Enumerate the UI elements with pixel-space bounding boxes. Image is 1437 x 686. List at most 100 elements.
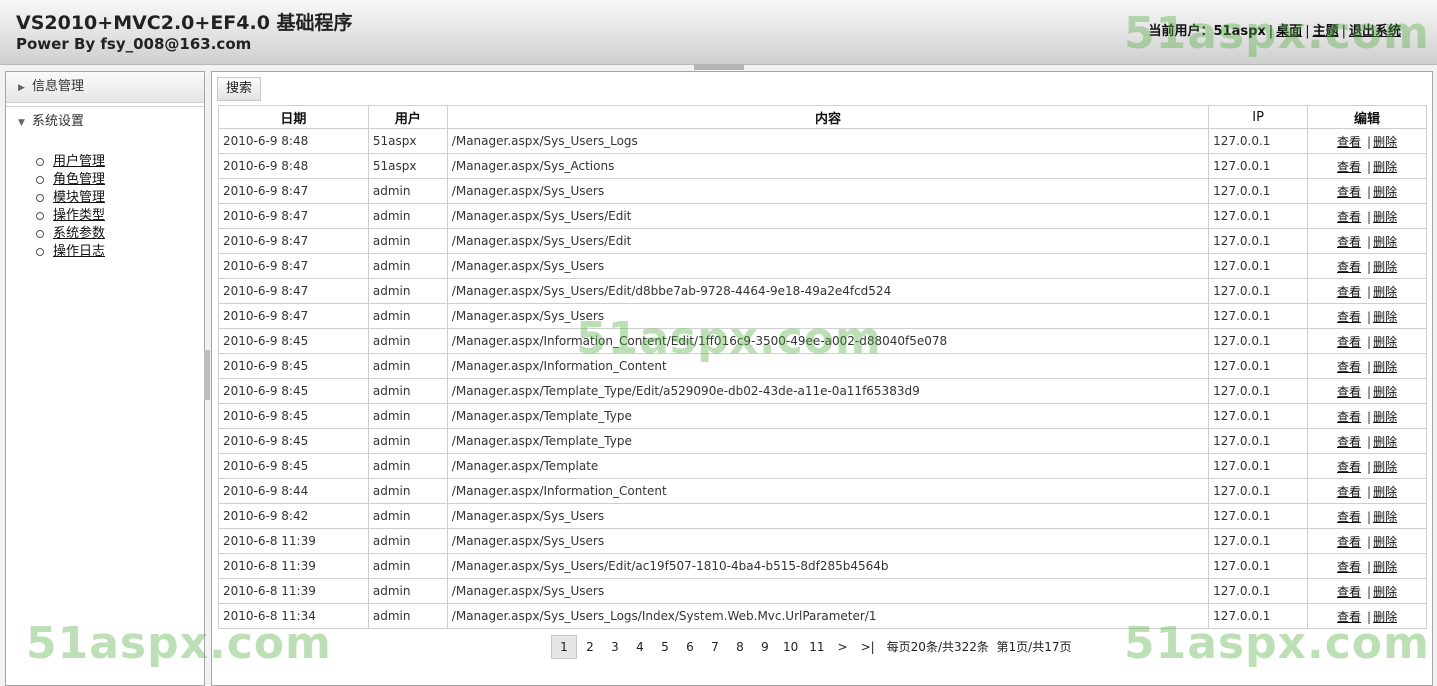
page-link-2[interactable]: 2: [578, 636, 602, 658]
view-link[interactable]: 查看: [1337, 160, 1361, 174]
page-link-8[interactable]: 8: [728, 636, 752, 658]
theme-link[interactable]: 主题: [1313, 24, 1339, 39]
delete-link[interactable]: 删除: [1373, 360, 1397, 374]
delete-link[interactable]: 删除: [1373, 235, 1397, 249]
table-row: 2010-6-8 11:39 admin/Manager.aspx/Sys_Use…: [218, 553, 1427, 579]
view-link[interactable]: 查看: [1337, 510, 1361, 524]
cell-content: /Manager.aspx/Sys_Users/Edit/ac19f507-18…: [446, 553, 1210, 579]
delete-link[interactable]: 删除: [1373, 585, 1397, 599]
page-link-7[interactable]: 7: [703, 636, 727, 658]
page-link-1[interactable]: 1: [551, 635, 577, 659]
logout-link[interactable]: 退出系统: [1349, 24, 1401, 39]
view-link[interactable]: 查看: [1337, 385, 1361, 399]
column-header-content[interactable]: 内容: [446, 105, 1210, 129]
view-link[interactable]: 查看: [1337, 210, 1361, 224]
page-last[interactable]: >|: [856, 636, 880, 658]
link-separator: |: [1367, 559, 1372, 574]
cell-edit: 查看 | 删除: [1307, 403, 1427, 429]
cell-content: /Manager.aspx/Sys_Users: [446, 578, 1210, 604]
table-row: 2010-6-9 8:45 admin/Manager.aspx/Template…: [218, 453, 1427, 479]
cell-ip: 127.0.0.1: [1208, 528, 1309, 554]
cell-user: admin: [367, 278, 448, 304]
page-link-10[interactable]: 10: [778, 636, 803, 658]
delete-link[interactable]: 删除: [1373, 185, 1397, 199]
column-header-user[interactable]: 用户: [367, 105, 448, 129]
view-link[interactable]: 查看: [1337, 435, 1361, 449]
view-link[interactable]: 查看: [1337, 610, 1361, 624]
delete-link[interactable]: 删除: [1373, 485, 1397, 499]
menu-link-role-management[interactable]: 角色管理: [53, 172, 105, 187]
delete-link[interactable]: 删除: [1373, 135, 1397, 149]
cell-content: /Manager.aspx/Sys_Users_Logs/Index/Syste…: [446, 603, 1210, 629]
sidebar-collapse-handle[interactable]: [204, 350, 210, 400]
view-link[interactable]: 查看: [1337, 335, 1361, 349]
cell-content: /Manager.aspx/Sys_Users: [446, 303, 1210, 329]
delete-link[interactable]: 删除: [1373, 385, 1397, 399]
delete-link[interactable]: 删除: [1373, 510, 1397, 524]
cell-edit: 查看 | 删除: [1307, 303, 1427, 329]
delete-link[interactable]: 删除: [1373, 535, 1397, 549]
cell-edit: 查看 | 删除: [1307, 228, 1427, 254]
cell-content: /Manager.aspx/Sys_Users: [446, 253, 1210, 279]
delete-link[interactable]: 删除: [1373, 210, 1397, 224]
delete-link[interactable]: 删除: [1373, 260, 1397, 274]
page-link-5[interactable]: 5: [653, 636, 677, 658]
view-link[interactable]: 查看: [1337, 235, 1361, 249]
delete-link[interactable]: 删除: [1373, 410, 1397, 424]
cell-user: admin: [367, 178, 448, 204]
page-link-9[interactable]: 9: [753, 636, 777, 658]
cell-user: admin: [367, 378, 448, 404]
view-link[interactable]: 查看: [1337, 410, 1361, 424]
desktop-link[interactable]: 桌面: [1276, 24, 1302, 39]
menu-link-operation-log[interactable]: 操作日志: [53, 244, 105, 259]
view-link[interactable]: 查看: [1337, 310, 1361, 324]
menu-item-operation-log: 操作日志: [36, 243, 204, 261]
page-link-3[interactable]: 3: [603, 636, 627, 658]
search-button[interactable]: 搜索: [217, 77, 262, 101]
page-link-6[interactable]: 6: [678, 636, 702, 658]
link-separator: |: [1367, 259, 1372, 274]
cell-edit: 查看 | 删除: [1307, 378, 1427, 404]
delete-link[interactable]: 删除: [1373, 285, 1397, 299]
panel-info-management[interactable]: ▶ 信息管理: [6, 72, 204, 103]
view-link[interactable]: 查看: [1337, 260, 1361, 274]
menu-link-action-types[interactable]: 操作类型: [53, 208, 105, 223]
cell-content: /Manager.aspx/Information_Content: [446, 353, 1210, 379]
table-row: 2010-6-9 8:45 admin/Manager.aspx/Template…: [218, 403, 1427, 429]
header-collapse-handle[interactable]: [694, 64, 744, 70]
page-link-11[interactable]: 11: [804, 636, 829, 658]
cell-date: 2010-6-9 8:47: [218, 278, 369, 304]
delete-link[interactable]: 删除: [1373, 335, 1397, 349]
delete-link[interactable]: 删除: [1373, 310, 1397, 324]
column-header-date[interactable]: 日期: [218, 105, 369, 129]
cell-date: 2010-6-9 8:47: [218, 178, 369, 204]
column-header-ip[interactable]: IP: [1208, 105, 1309, 129]
column-header-edit: 编辑: [1307, 105, 1427, 129]
delete-link[interactable]: 删除: [1373, 460, 1397, 474]
table-header-row: 日期 用户 内容 IP 编辑: [218, 105, 1427, 129]
cell-content: /Manager.aspx/Sys_Users: [446, 503, 1210, 529]
delete-link[interactable]: 删除: [1373, 160, 1397, 174]
view-link[interactable]: 查看: [1337, 360, 1361, 374]
panel-system-settings[interactable]: ▼ 系统设置: [6, 106, 204, 137]
view-link[interactable]: 查看: [1337, 585, 1361, 599]
cell-user: admin: [367, 328, 448, 354]
cell-edit: 查看 | 删除: [1307, 328, 1427, 354]
delete-link[interactable]: 删除: [1373, 610, 1397, 624]
delete-link[interactable]: 删除: [1373, 435, 1397, 449]
link-separator: |: [1367, 359, 1372, 374]
view-link[interactable]: 查看: [1337, 135, 1361, 149]
delete-link[interactable]: 删除: [1373, 560, 1397, 574]
menu-link-user-management[interactable]: 用户管理: [53, 154, 105, 169]
cell-edit: 查看 | 删除: [1307, 553, 1427, 579]
view-link[interactable]: 查看: [1337, 285, 1361, 299]
menu-link-system-params[interactable]: 系统参数: [53, 226, 105, 241]
view-link[interactable]: 查看: [1337, 485, 1361, 499]
view-link[interactable]: 查看: [1337, 460, 1361, 474]
page-link-4[interactable]: 4: [628, 636, 652, 658]
view-link[interactable]: 查看: [1337, 185, 1361, 199]
page-next[interactable]: >: [831, 636, 855, 658]
menu-link-module-management[interactable]: 模块管理: [53, 190, 105, 205]
view-link[interactable]: 查看: [1337, 535, 1361, 549]
view-link[interactable]: 查看: [1337, 560, 1361, 574]
